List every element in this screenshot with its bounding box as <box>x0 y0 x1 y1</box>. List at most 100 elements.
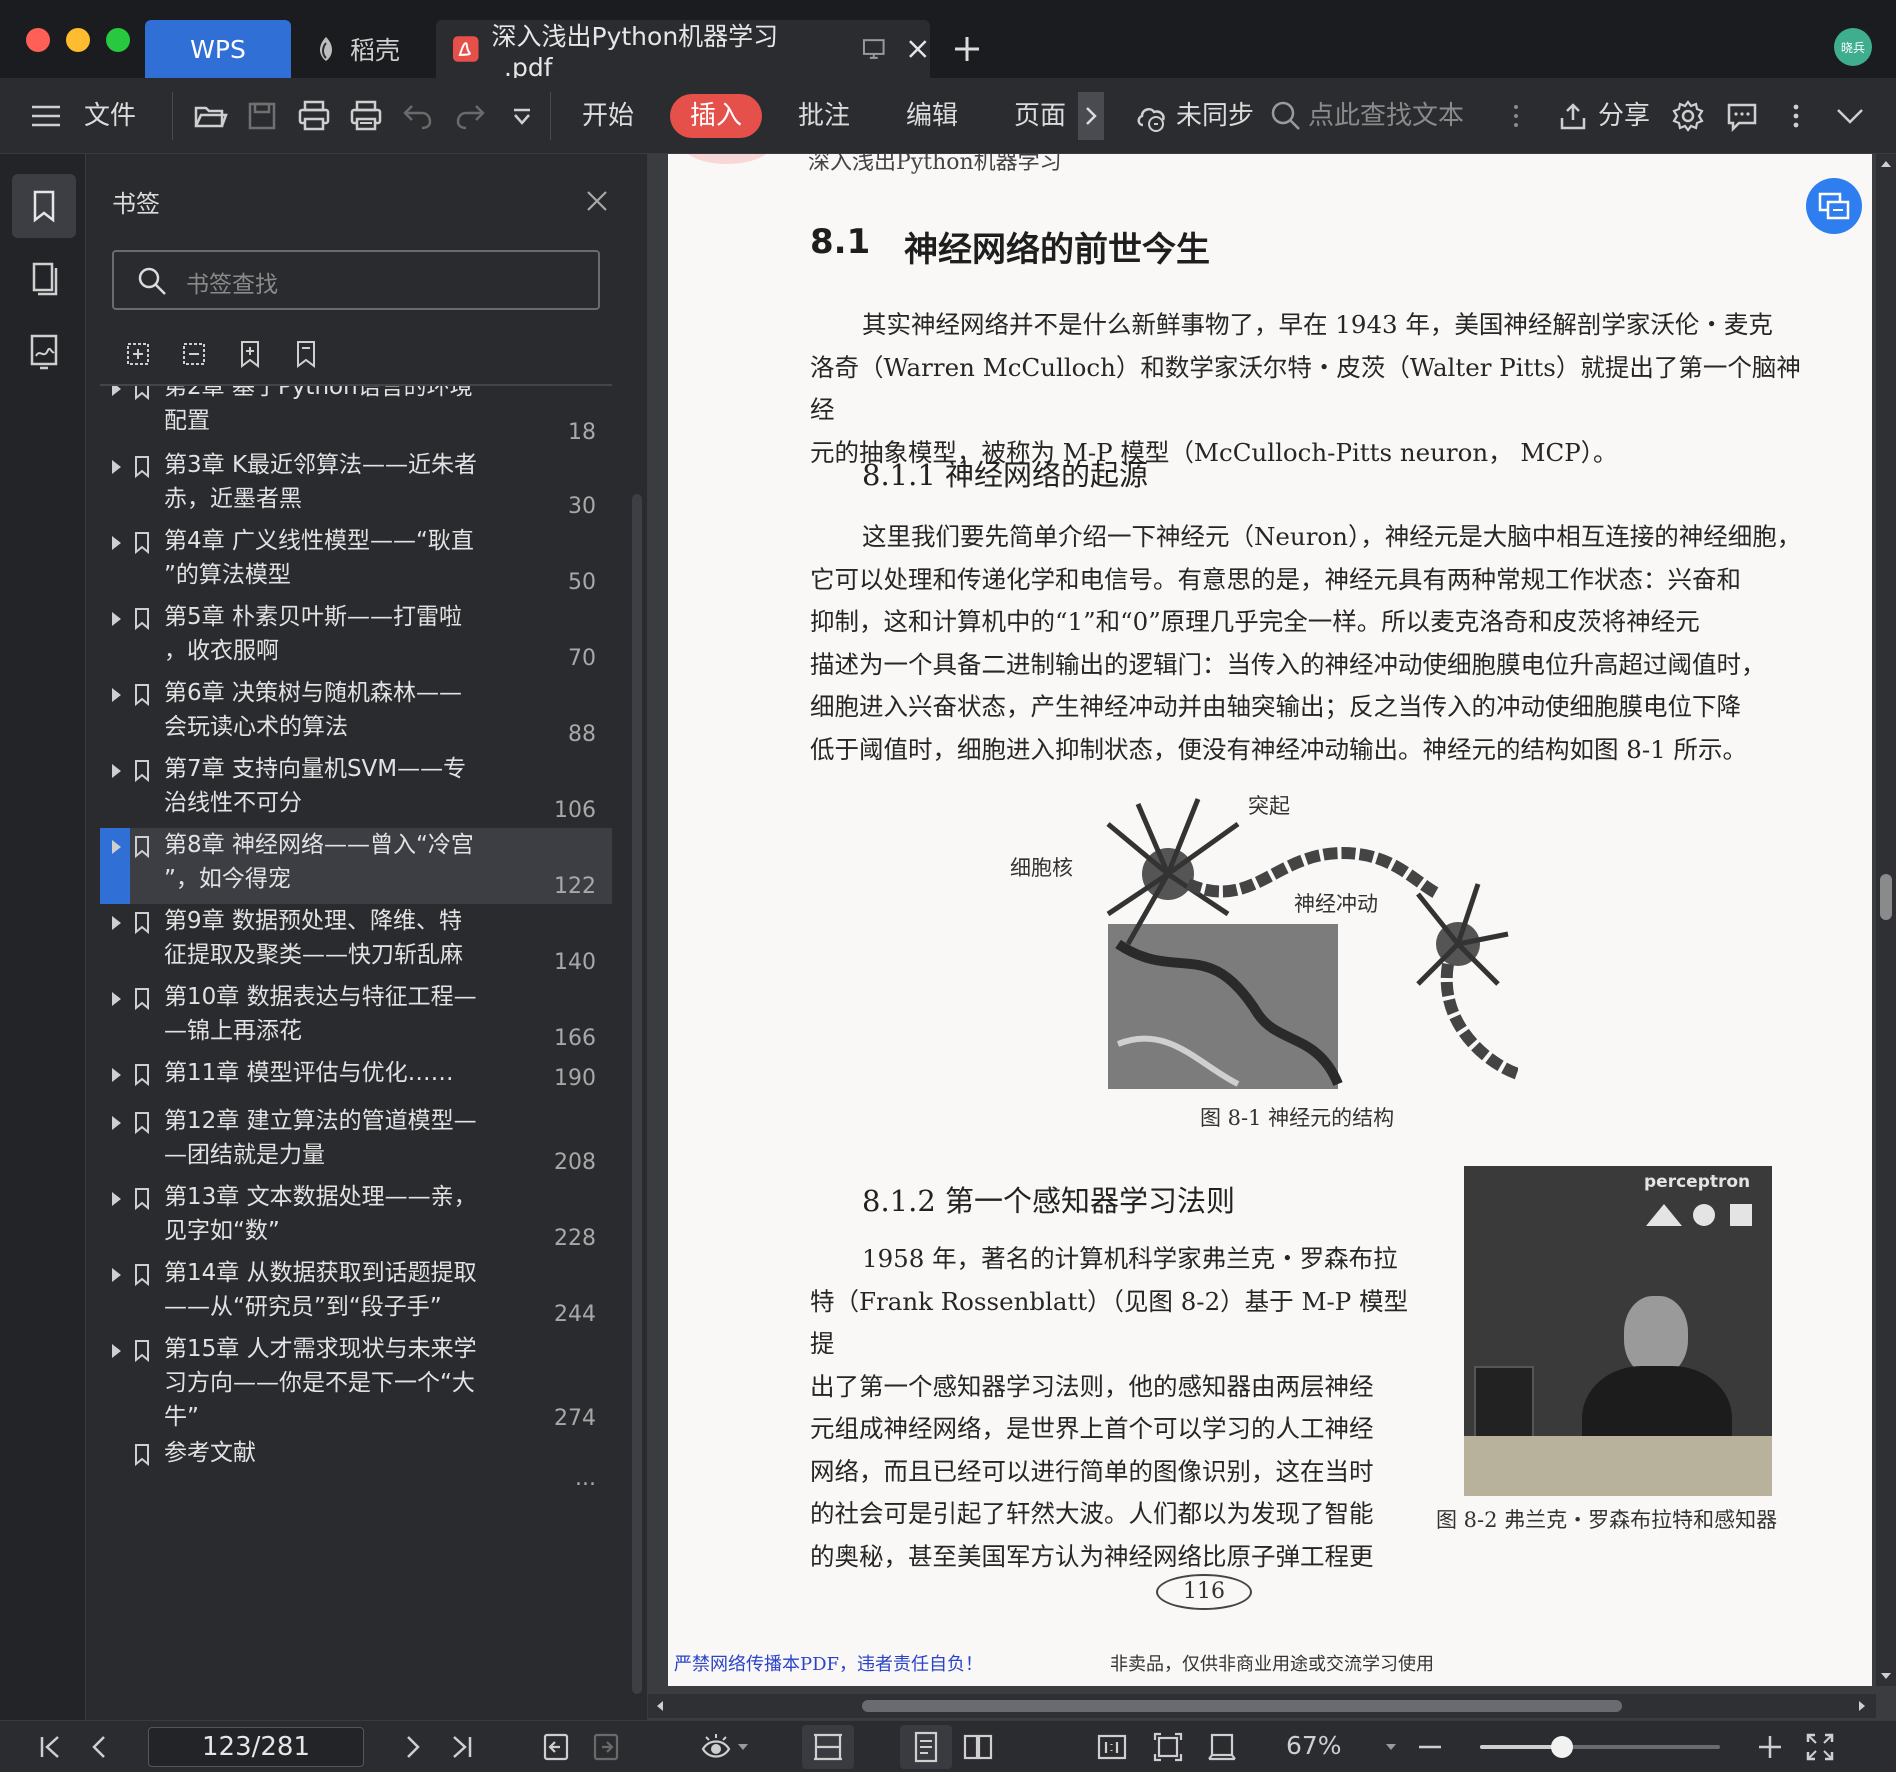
search-icon[interactable] <box>1268 98 1304 134</box>
maximize-window-button[interactable] <box>106 28 130 52</box>
bookmark-item[interactable]: 第11章 模型评估与优化…… 190 <box>100 1056 612 1104</box>
bookmark-item[interactable]: 第7章 支持向量机SVM——专 治线性不可分 106 <box>100 752 612 828</box>
menu-edit[interactable]: 编辑 <box>906 96 958 136</box>
rail-thumbnails-icon[interactable] <box>12 248 76 312</box>
bookmark-item[interactable]: 第3章 K最近邻算法——近朱者 赤，近墨者黑 30 <box>100 448 612 524</box>
expand-arrow-icon[interactable] <box>112 460 121 474</box>
bookmark-item[interactable]: 第12章 建立算法的管道模型— —团结就是力量 208 <box>100 1104 612 1180</box>
bookmark-outline-icon[interactable] <box>290 338 322 370</box>
undo-icon[interactable] <box>400 98 436 134</box>
back-history-icon[interactable] <box>540 1731 572 1763</box>
close-tab-icon[interactable] <box>906 37 930 61</box>
hamburger-menu-icon[interactable] <box>28 98 64 134</box>
expand-arrow-icon[interactable] <box>112 536 121 550</box>
bookmark-item[interactable]: 第14章 从数据获取到话题提取 ——从“研究员”到“段子手” 244 <box>100 1256 612 1332</box>
expand-arrow-icon[interactable] <box>112 688 121 702</box>
new-tab-icon[interactable] <box>952 34 982 64</box>
vertical-scroll-thumb[interactable] <box>1880 874 1892 920</box>
expand-arrow-icon[interactable] <box>112 1268 121 1282</box>
bookmark-item[interactable]: 第9章 数据预处理、降维、特 征提取及聚类——快刀斩乱麻 140 <box>100 904 612 980</box>
expand-arrow-icon[interactable] <box>112 1116 121 1130</box>
scroll-left-icon[interactable] <box>650 1696 670 1716</box>
panel-scrollbar[interactable] <box>632 494 642 1694</box>
zoom-slider[interactable] <box>1480 1736 1720 1758</box>
previous-page-icon[interactable] <box>84 1731 116 1763</box>
expand-arrow-icon[interactable] <box>112 992 121 1006</box>
first-page-icon[interactable] <box>34 1731 66 1763</box>
comment-icon[interactable] <box>1724 98 1760 134</box>
avatar[interactable]: 晓兵 <box>1834 28 1872 66</box>
share-button[interactable]: 分享 <box>1598 96 1650 136</box>
dropdown-arrow-icon[interactable] <box>736 1741 750 1753</box>
bookmark-item[interactable]: 第6章 决策树与随机森林—— 会玩读心术的算法 88 <box>100 676 612 752</box>
last-page-icon[interactable] <box>446 1731 478 1763</box>
zoom-out-icon[interactable] <box>1414 1731 1446 1763</box>
tab-document[interactable]: 深入浅出Python机器学习_.pdf <box>436 20 930 82</box>
expand-arrow-icon[interactable] <box>112 916 121 930</box>
expand-arrow-icon[interactable] <box>112 386 121 396</box>
menu-scroll-right-button[interactable] <box>1078 92 1104 140</box>
zoom-level[interactable]: 67% <box>1286 1731 1342 1760</box>
expand-arrow-icon[interactable] <box>112 612 121 626</box>
two-page-icon[interactable] <box>962 1731 994 1763</box>
menu-annotate[interactable]: 批注 <box>798 96 850 136</box>
actual-size-icon[interactable] <box>1096 1731 1128 1763</box>
scroll-down-icon[interactable] <box>1876 1666 1896 1686</box>
horizontal-scroll-thumb[interactable] <box>862 1700 1622 1712</box>
bookmark-item[interactable]: 第13章 文本数据处理——亲， 见字如“数” 228 <box>100 1180 612 1256</box>
vertical-scrollbar[interactable] <box>1876 154 1896 1686</box>
file-menu[interactable]: 文件 <box>84 96 136 136</box>
bookmark-search-input[interactable]: 书签查找 <box>112 250 600 310</box>
settings-gear-icon[interactable] <box>1670 98 1706 134</box>
zoom-dropdown-icon[interactable] <box>1384 1741 1398 1753</box>
redo-icon[interactable] <box>452 98 488 134</box>
rail-signature-icon[interactable] <box>12 320 76 384</box>
more-vertical-icon[interactable] <box>1498 98 1534 134</box>
fit-width-icon[interactable] <box>1206 1731 1238 1763</box>
scroll-up-icon[interactable] <box>1876 154 1896 174</box>
horizontal-scrollbar[interactable] <box>648 1694 1876 1718</box>
forward-history-icon[interactable] <box>590 1731 622 1763</box>
close-window-button[interactable] <box>26 28 50 52</box>
expand-arrow-icon[interactable] <box>112 840 121 854</box>
tab-daoke[interactable]: 稻壳 <box>300 20 430 78</box>
single-page-view-button[interactable] <box>802 1725 854 1769</box>
add-bookmark-icon[interactable] <box>234 338 266 370</box>
menu-insert[interactable]: 插入 <box>670 94 762 138</box>
bookmark-item[interactable]: 第8章 神经网络——曾入“冷宫 ”，如今得宠 122 <box>100 828 612 904</box>
next-page-icon[interactable] <box>396 1731 428 1763</box>
share-icon[interactable] <box>1556 98 1592 134</box>
bookmark-item[interactable]: 第10章 数据表达与特征工程— —锦上再添花 166 <box>100 980 612 1056</box>
expand-arrow-icon[interactable] <box>112 1344 121 1358</box>
print-icon[interactable] <box>296 98 332 134</box>
float-translate-button[interactable] <box>1806 178 1862 234</box>
zoom-slider-knob[interactable] <box>1550 1736 1573 1758</box>
monitor-icon[interactable] <box>861 36 887 62</box>
fullscreen-icon[interactable] <box>1804 1731 1836 1763</box>
more-quick-access-icon[interactable] <box>504 98 540 134</box>
cloud-sync-icon[interactable] <box>1134 98 1170 134</box>
menu-page[interactable]: 页面 <box>1014 96 1066 136</box>
expand-arrow-icon[interactable] <box>112 1068 121 1082</box>
fit-page-icon[interactable] <box>1152 1731 1184 1763</box>
bookmark-item[interactable]: 第5章 朴素贝叶斯——打雷啦 ，收衣服啊 70 <box>100 600 612 676</box>
zoom-in-icon[interactable] <box>1754 1731 1786 1763</box>
tab-wps[interactable]: WPS <box>145 20 291 78</box>
bookmark-item-partial[interactable]: 第2章 基于Python语言的环境 配置 18 <box>100 386 612 448</box>
bookmark-item[interactable]: 第15章 人才需求现状与未来学 习方向——你是不是下一个“大 牛” 274 <box>100 1332 612 1436</box>
bookmark-item[interactable]: 第4章 广义线性模型——“耿直 ”的算法模型 50 <box>100 524 612 600</box>
single-page-mode-button[interactable] <box>900 1725 952 1769</box>
find-text-input[interactable]: 点此查找文本 <box>1308 96 1464 136</box>
collapse-ribbon-icon[interactable] <box>1832 98 1868 134</box>
eye-protection-icon[interactable] <box>700 1731 732 1763</box>
rail-bookmarks-button[interactable] <box>12 174 76 238</box>
bookmark-item[interactable]: 参考文献... <box>100 1436 612 1491</box>
open-folder-icon[interactable] <box>192 98 228 134</box>
expand-all-icon[interactable] <box>122 338 154 370</box>
expand-arrow-icon[interactable] <box>112 764 121 778</box>
menu-start[interactable]: 开始 <box>582 96 634 136</box>
scroll-right-icon[interactable] <box>1852 1696 1872 1716</box>
minimize-window-button[interactable] <box>66 28 90 52</box>
save-icon[interactable] <box>244 98 280 134</box>
sync-status[interactable]: 未同步 <box>1176 96 1254 136</box>
